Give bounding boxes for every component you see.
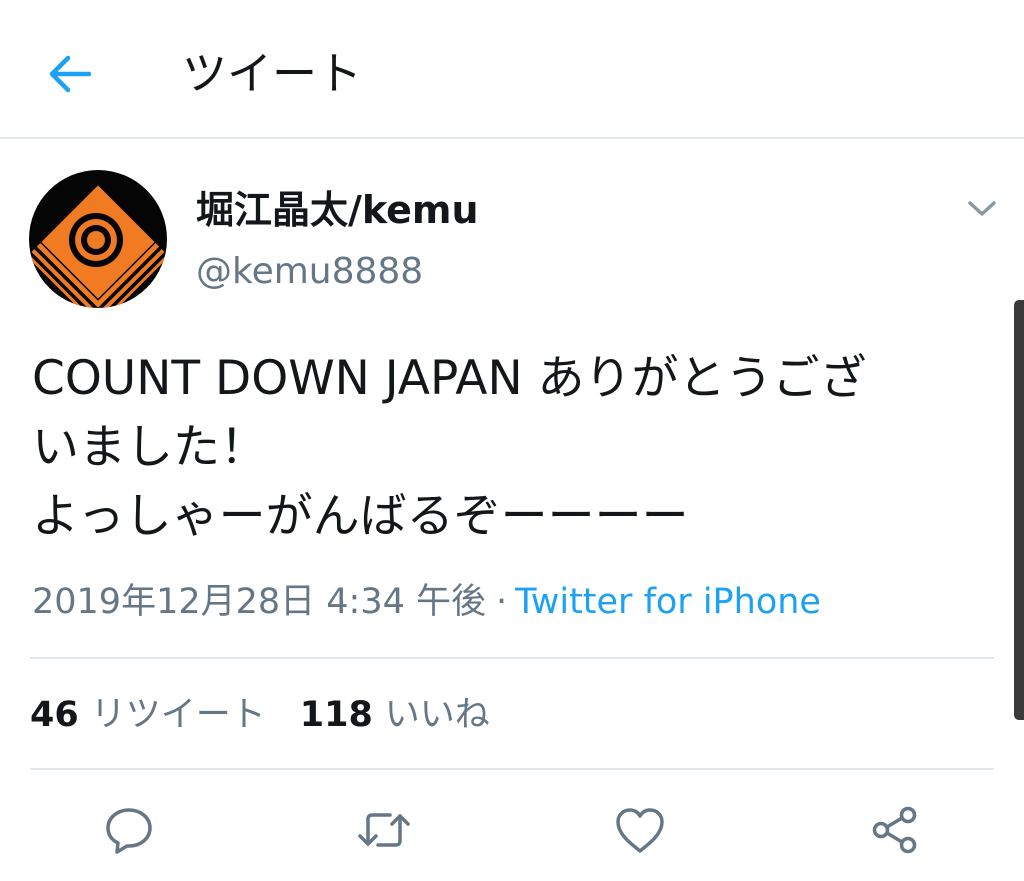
tweet-timestamp: 2019年12月28日 4:34 午後 [32, 582, 486, 622]
likes-stat[interactable]: 118 いいね [300, 690, 490, 740]
divider [30, 768, 994, 770]
top-bar: ツイート [0, 0, 1024, 139]
scrollbar-thumb[interactable] [1014, 300, 1024, 720]
avatar-logo [29, 185, 167, 308]
tweet-text-line: いました！ [32, 420, 267, 475]
retweet-label: リツイート [90, 695, 266, 735]
retweets-stat[interactable]: 46 リツイート [30, 690, 266, 740]
reply-button[interactable] [99, 800, 159, 860]
tweet-text: COUNT DOWN JAPAN ありがとうござ いました！ よっしゃーがんばる… [32, 344, 1002, 551]
tweet-menu-button[interactable] [960, 192, 1004, 226]
like-button[interactable] [610, 800, 670, 860]
user-handle[interactable]: @kemu8888 [196, 247, 423, 297]
tweet-stats: 46 リツイート 118 いいね [30, 690, 490, 740]
arrow-left-icon [49, 55, 92, 93]
meta-separator: · [496, 582, 508, 622]
avatar[interactable] [29, 170, 167, 308]
retweet-button[interactable] [354, 800, 414, 860]
retweet-icon [358, 813, 410, 847]
divider [30, 657, 994, 659]
page-title: ツイート [182, 47, 363, 100]
chevron-down-icon [968, 201, 996, 216]
share-icon [872, 806, 917, 854]
like-label: いいね [384, 695, 490, 735]
tweet-text-line: COUNT DOWN JAPAN ありがとうござ [32, 351, 867, 406]
like-count: 118 [299, 695, 373, 735]
back-button[interactable] [44, 48, 96, 100]
tweet-source-link[interactable]: Twitter for iPhone [515, 582, 821, 622]
retweet-count: 46 [30, 695, 79, 735]
reply-icon [106, 808, 152, 854]
tweet-metadata: 2019年12月28日 4:34 午後 · Twitter for iPhone [32, 577, 821, 627]
share-button[interactable] [866, 800, 926, 860]
heart-icon [616, 808, 664, 853]
display-name[interactable]: 堀江晶太/kemu [196, 184, 479, 236]
tweet-text-line: よっしゃーがんばるぞーーーー [32, 489, 689, 544]
